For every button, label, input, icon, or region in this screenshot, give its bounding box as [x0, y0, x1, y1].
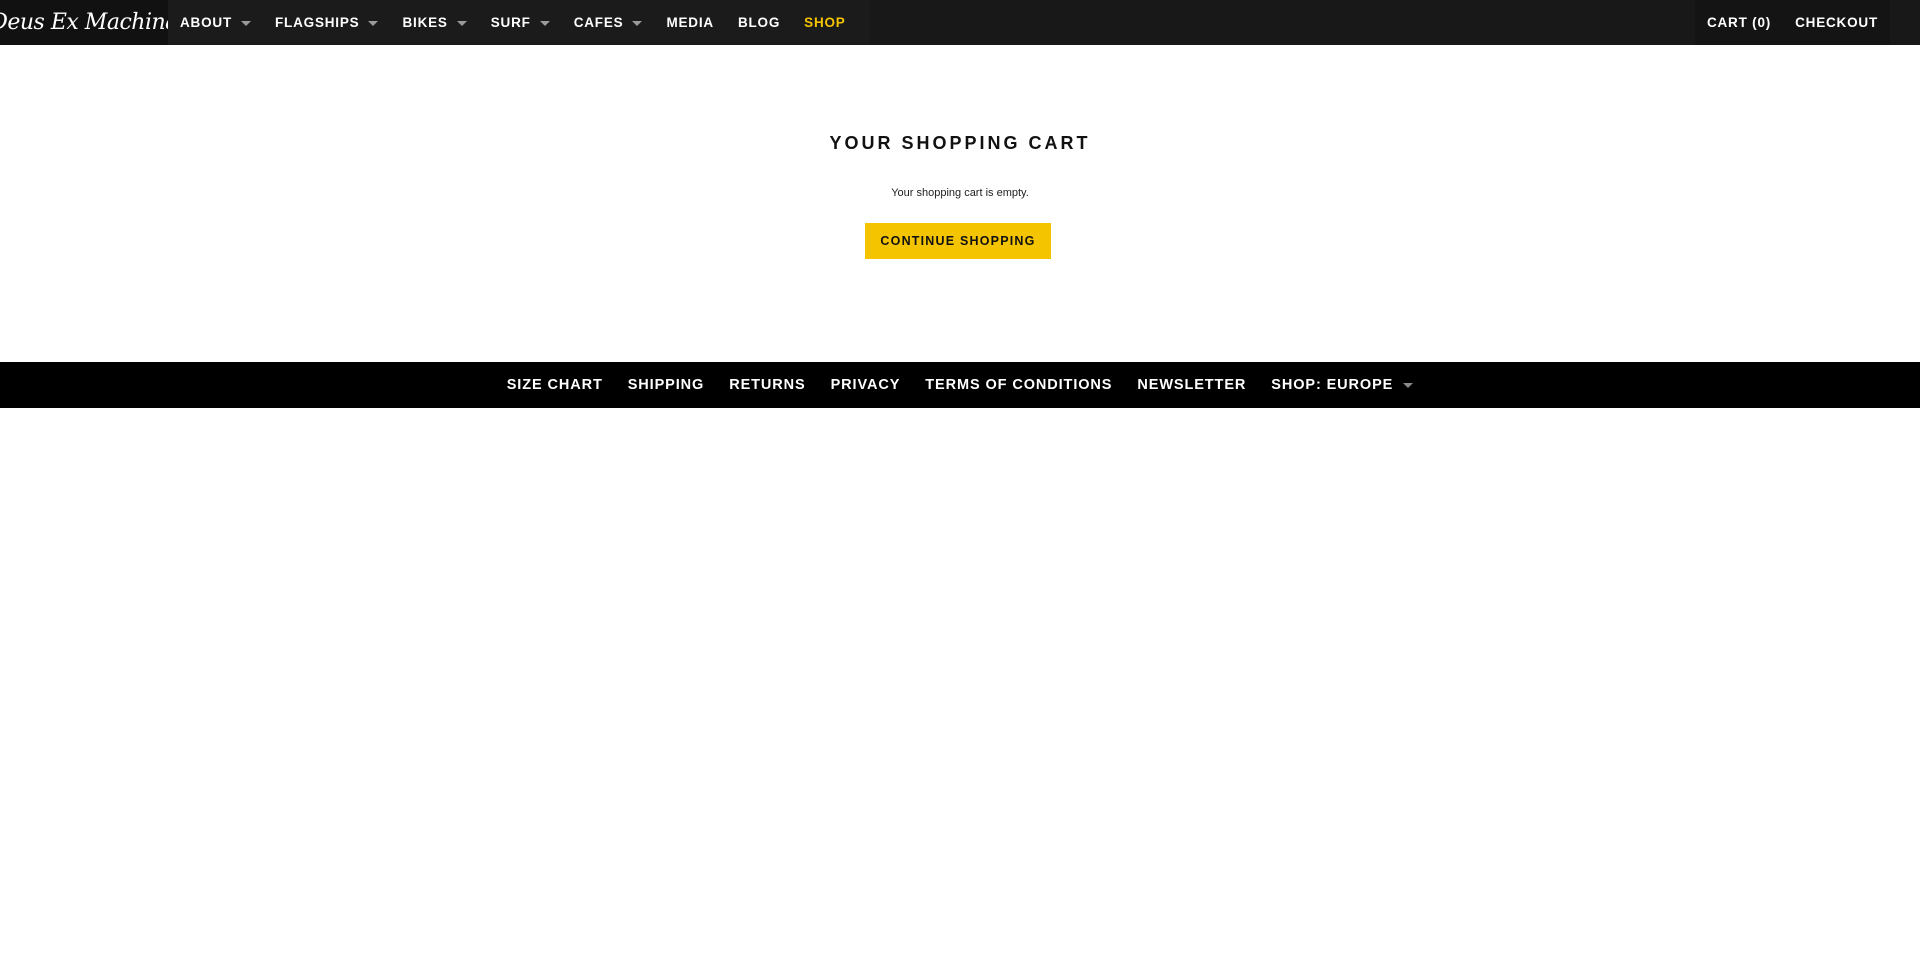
footer-navigation-bar: SIZE CHART SHIPPING RETURNS PRIVACY TERM…: [0, 362, 1920, 408]
nav-item-label: SURF: [490, 15, 531, 30]
top-navigation-bar: Deus Ex Machina ABOUT FLAGSHIPS BIKES SU…: [0, 0, 1920, 45]
continue-shopping-button[interactable]: CONTINUE SHOPPING: [865, 223, 1051, 259]
account-nav: CART (0) CHECKOUT: [1694, 0, 1890, 45]
nav-item-label: FLAGSHIPS: [275, 15, 360, 30]
deus-ex-machina-logo[interactable]: Deus Ex Machina: [0, 0, 178, 45]
shop-region-label: SHOP: EUROPE: [1271, 377, 1394, 393]
nav-item-label: BIKES: [402, 15, 448, 30]
caret-down-icon: [456, 20, 467, 26]
caret-down-icon: [1403, 383, 1414, 388]
nav-item-label: SHOP: [804, 15, 846, 30]
nav-item-label: ABOUT: [180, 15, 232, 30]
cart-link[interactable]: CART (0): [1695, 0, 1783, 45]
page-title: YOUR SHOPPING CART: [829, 133, 1091, 153]
nav-item-bikes[interactable]: BIKES: [390, 0, 478, 45]
footer-link-terms[interactable]: TERMS OF CONDITIONS: [913, 377, 1125, 393]
cart-section: YOUR SHOPPING CART Your shopping cart is…: [0, 45, 1920, 362]
footer-link-shipping[interactable]: SHIPPING: [615, 377, 717, 393]
caret-down-icon: [241, 20, 251, 26]
shop-region-selector[interactable]: SHOP: EUROPE: [1259, 377, 1426, 393]
footer-link-returns[interactable]: RETURNS: [717, 377, 818, 393]
checkout-link[interactable]: CHECKOUT: [1783, 0, 1890, 45]
logo-text: Deus Ex Machina: [0, 10, 178, 35]
nav-item-flagships[interactable]: FLAGSHIPS: [263, 0, 390, 45]
nav-item-surf[interactable]: SURF: [479, 0, 562, 45]
nav-item-blog[interactable]: BLOG: [726, 0, 792, 45]
nav-item-label: BLOG: [737, 15, 781, 30]
nav-item-about[interactable]: ABOUT: [168, 0, 263, 45]
caret-down-icon: [539, 20, 550, 26]
nav-item-label: CAFES: [573, 15, 624, 30]
caret-down-icon: [368, 20, 379, 26]
empty-cart-message: Your shopping cart is empty.: [891, 187, 1029, 199]
footer-link-size-chart[interactable]: SIZE CHART: [494, 377, 615, 393]
nav-item-shop[interactable]: SHOP: [792, 0, 857, 45]
nav-item-cafes[interactable]: CAFES: [562, 0, 655, 45]
nav-item-label: MEDIA: [666, 15, 714, 30]
main-nav: ABOUT FLAGSHIPS BIKES SURF CAFES MEDIA B…: [168, 0, 870, 45]
caret-down-icon: [632, 20, 643, 26]
footer-link-privacy[interactable]: PRIVACY: [818, 377, 913, 393]
nav-item-media[interactable]: MEDIA: [654, 0, 726, 45]
footer-link-newsletter[interactable]: NEWSLETTER: [1125, 377, 1259, 393]
